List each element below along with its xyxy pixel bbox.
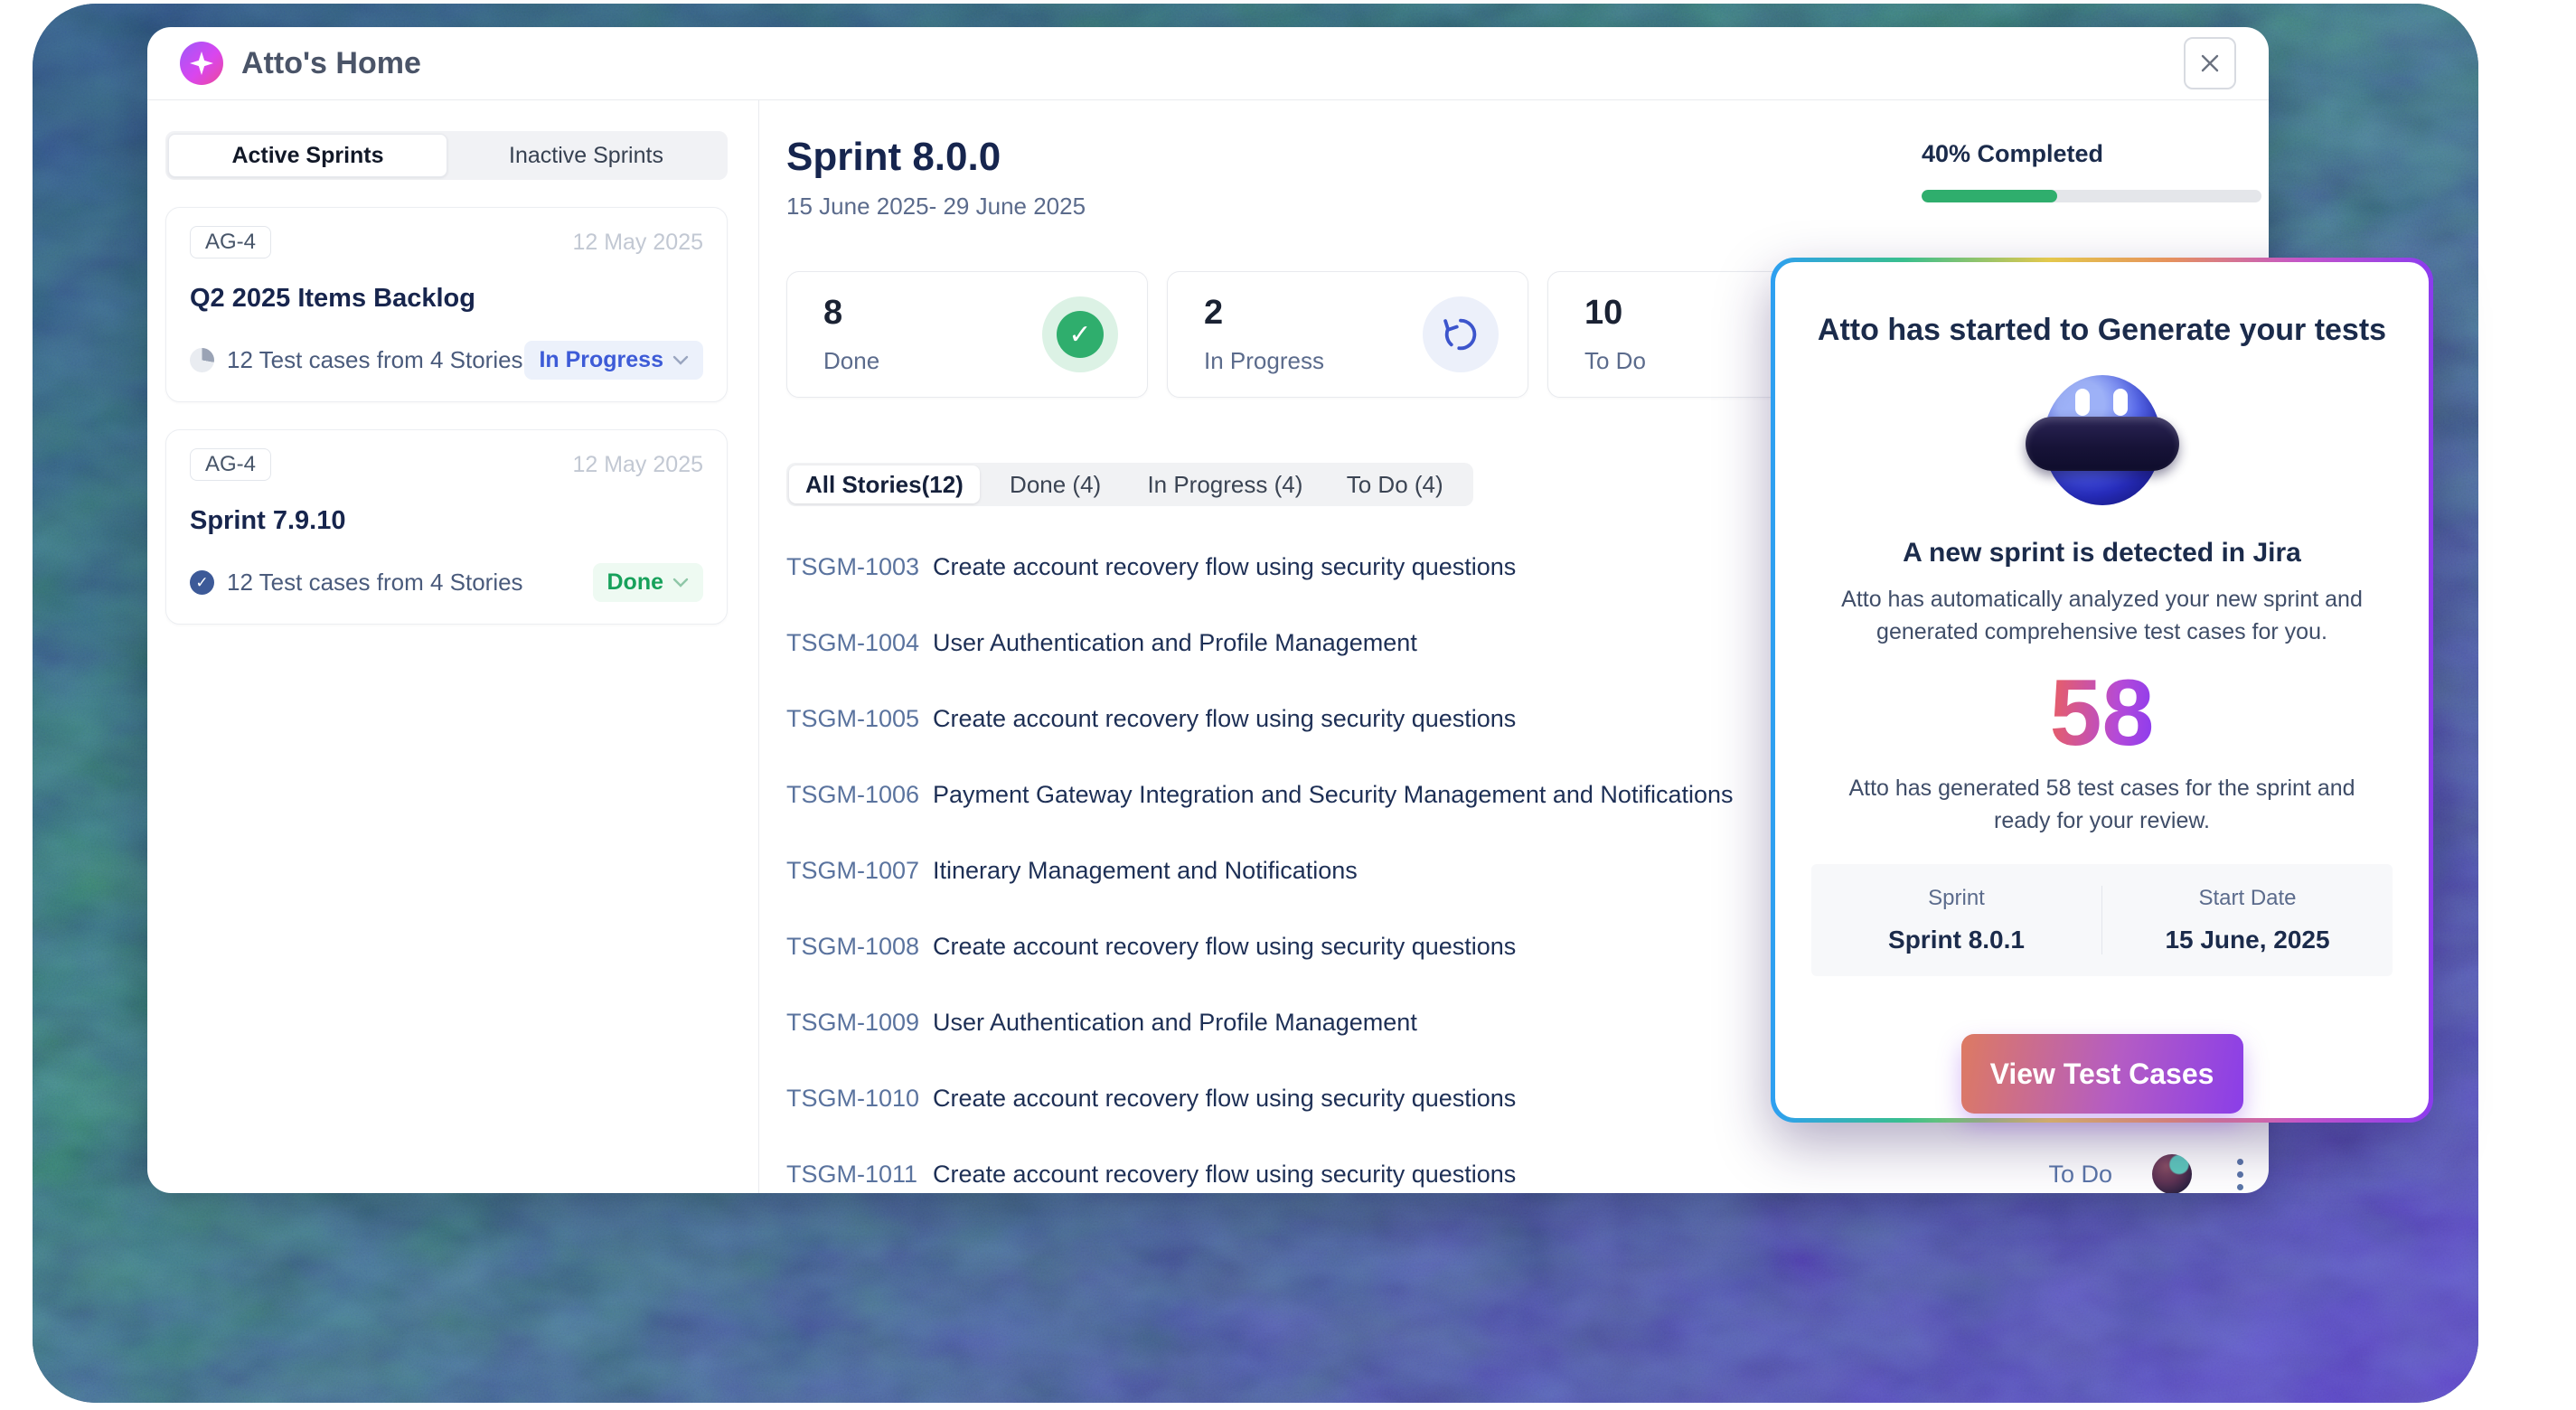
story-id: TSGM-1009 [786, 1009, 922, 1037]
info-value: Sprint 8.0.1 [1888, 926, 2025, 954]
tab-all-stories[interactable]: All Stories(12) [789, 465, 980, 503]
info-label: Sprint [1928, 886, 1985, 911]
info-value: 15 June, 2025 [2165, 926, 2329, 954]
progress-fill [1922, 190, 2057, 202]
stat-label: In Progress [1204, 347, 1324, 375]
tab-inactive-sprints[interactable]: Inactive Sprints [447, 134, 725, 177]
sprint-card-title: Sprint 7.9.10 [190, 506, 703, 536]
progress-bar [1922, 190, 2261, 202]
sprint-date: 12 May 2025 [572, 452, 703, 478]
story-status: To Do [2048, 1161, 2112, 1189]
sync-icon [1423, 296, 1499, 372]
stat-card-done: 8 Done ✓ [786, 271, 1148, 398]
view-test-cases-button[interactable]: View Test Cases [1961, 1034, 2243, 1114]
progress-block: 40% Completed [1922, 140, 2261, 202]
atto-panel: Atto has started to Generate your tests … [1771, 258, 2433, 1123]
sprint-date: 12 May 2025 [572, 230, 703, 256]
done-check-icon: ✓ [1042, 296, 1118, 372]
stat-value: 10 [1584, 294, 1646, 333]
panel-title: Atto has started to Generate your tests [1818, 313, 2386, 348]
sprint-card[interactable]: AG-4 12 May 2025 Q2 2025 Items Backlog 1… [165, 207, 728, 402]
sprint-date-range: 15 June 2025- 29 June 2025 [786, 193, 1086, 221]
sprint-header: Sprint 8.0.0 15 June 2025- 29 June 2025 … [786, 135, 2261, 221]
sprint-card-title: Q2 2025 Items Backlog [190, 284, 703, 314]
sprint-card-meta: 12 Test cases from 4 Stories [227, 346, 524, 374]
sprint-card[interactable]: AG-4 12 May 2025 Sprint 7.9.10 ✓ 12 Test… [165, 429, 728, 625]
stage: Atto's Home Active Sprints Inactive Spri… [0, 0, 2576, 1410]
atto-robot-icon [2026, 375, 2179, 511]
stat-label: Done [823, 347, 879, 375]
panel-body-text: Atto has automatically analyzed your new… [1822, 583, 2383, 648]
story-id: TSGM-1005 [786, 705, 922, 733]
sidebar-tabs: Active Sprints Inactive Sprints [165, 131, 728, 180]
sprint-title: Sprint 8.0.0 [786, 135, 1086, 180]
atto-logo-icon [180, 42, 223, 85]
tab-to-do[interactable]: To Do (4) [1319, 465, 1471, 503]
test-case-count: 58 [2050, 664, 2155, 763]
kebab-menu-icon[interactable] [2232, 1153, 2249, 1194]
progress-label: 40% Completed [1922, 140, 2261, 168]
sprint-tag: AG-4 [190, 448, 271, 481]
story-id: TSGM-1007 [786, 857, 922, 885]
tab-in-progress[interactable]: In Progress (4) [1131, 465, 1319, 503]
story-id: TSGM-1010 [786, 1085, 922, 1113]
close-icon [2199, 52, 2221, 74]
stat-card-in-progress: 2 In Progress [1167, 271, 1528, 398]
check-circle-icon: ✓ [190, 570, 214, 595]
chevron-down-icon [672, 578, 689, 588]
stat-value: 2 [1204, 294, 1324, 333]
info-label: Start Date [2198, 886, 2296, 911]
close-button[interactable] [2184, 37, 2236, 89]
status-dropdown[interactable]: Done [593, 563, 704, 602]
story-id: TSGM-1003 [786, 553, 922, 581]
story-row[interactable]: TSGM-1011 Create account recovery flow u… [786, 1136, 2261, 1193]
status-dropdown[interactable]: In Progress [524, 341, 703, 380]
story-id: TSGM-1011 [786, 1161, 922, 1189]
assignee-avatar [2152, 1154, 2192, 1193]
count-caption: Atto has generated 58 test cases for the… [1845, 772, 2360, 837]
story-filter-tabs: All Stories(12) Done (4) In Progress (4)… [786, 463, 1473, 506]
stat-value: 8 [823, 294, 879, 333]
sprint-info-strip: Sprint Sprint 8.0.1 Start Date 15 June, … [1811, 864, 2393, 976]
pie-chart-icon [190, 348, 214, 372]
panel-subtitle: A new sprint is detected in Jira [1903, 538, 2301, 569]
story-id: TSGM-1006 [786, 781, 922, 809]
sprint-card-meta: 12 Test cases from 4 Stories [227, 569, 593, 597]
chevron-down-icon [672, 355, 689, 366]
status-label: In Progress [539, 347, 663, 373]
story-id: TSGM-1004 [786, 629, 922, 657]
window-title: Atto's Home [241, 46, 421, 81]
story-title: Create account recovery flow using secur… [933, 1161, 2048, 1189]
tab-active-sprints[interactable]: Active Sprints [168, 134, 447, 177]
window-header: Atto's Home [147, 27, 2269, 100]
sparkle-icon [190, 52, 213, 75]
status-label: Done [607, 569, 664, 596]
sidebar: Active Sprints Inactive Sprints AG-4 12 … [147, 100, 759, 1193]
stat-label: To Do [1584, 347, 1646, 375]
sprint-tag: AG-4 [190, 226, 271, 258]
story-id: TSGM-1008 [786, 933, 922, 961]
tab-done[interactable]: Done (4) [980, 465, 1132, 503]
